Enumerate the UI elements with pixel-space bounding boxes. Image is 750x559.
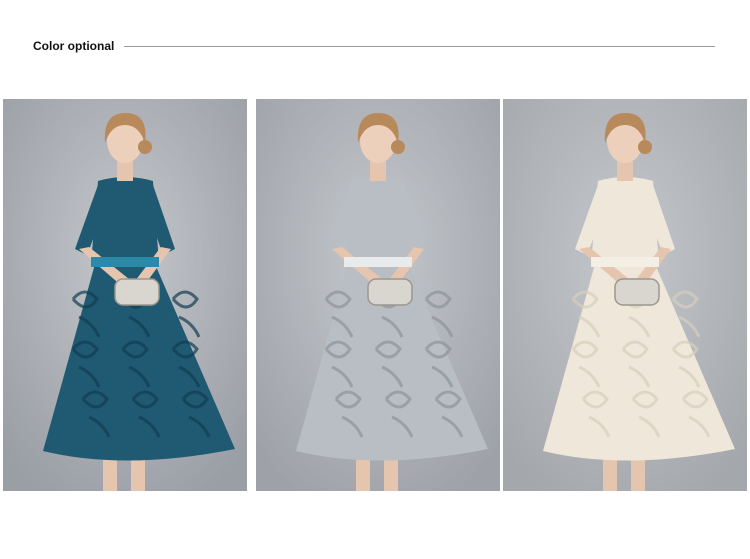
section-header: Color optional — [33, 36, 715, 56]
silver-lace-dress-photo[interactable] — [256, 99, 500, 491]
dress-bodice — [91, 177, 159, 264]
dress-bodice — [344, 177, 412, 264]
dress-belt — [591, 257, 659, 267]
header-divider — [124, 45, 715, 47]
cream-lace-dress-photo[interactable] — [503, 99, 747, 491]
clutch-bag — [367, 278, 413, 306]
product-color-gallery — [3, 99, 747, 491]
clutch-bag — [114, 278, 160, 306]
dress-bodice — [591, 177, 659, 264]
section-title: Color optional — [33, 39, 115, 53]
teal-lace-dress-photo[interactable] — [3, 99, 247, 491]
dress-belt — [344, 257, 412, 267]
dress-belt — [91, 257, 159, 267]
clutch-bag — [614, 278, 660, 306]
